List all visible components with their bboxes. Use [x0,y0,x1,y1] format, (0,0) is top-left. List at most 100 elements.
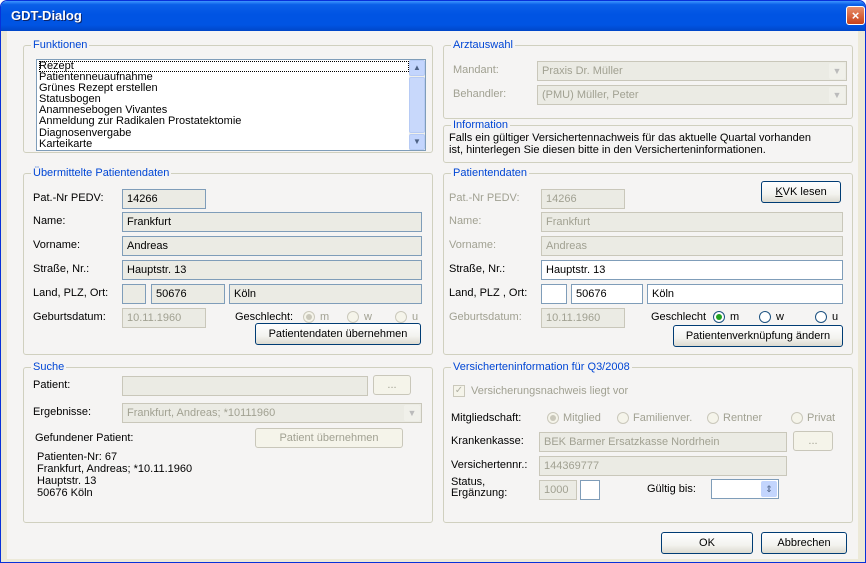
dialog-client-area: Funktionen Rezept Patientenneuaufnahme Grü… [7,31,858,559]
chevron-down-icon: ▼ [829,63,845,79]
status-field: 1000 [539,480,577,500]
patientenverknuepfung-aendern-button[interactable]: Patientenverknüpfung ändern [673,325,843,347]
patientendaten-radio-m-label: m [730,311,740,323]
kvk-lesen-button[interactable]: KVK lesen [761,181,841,203]
patientendaten-radio-u[interactable] [815,311,827,323]
patientendaten-radio-w-label: w [776,311,784,323]
patientendaten-uebernehmen-button[interactable]: Patientendaten übernehmen [255,323,421,345]
patientendaten-geburt-label: Geburtsdatum: [449,311,522,323]
funktionen-scrollbar[interactable]: ▲ ▼ [409,60,425,150]
chevron-down-icon: ▼ [404,405,420,421]
spin-updown-icon[interactable]: ⇕ [761,481,777,497]
uebermittelte-name-field: Frankfurt [122,212,422,232]
patientendaten-name-label: Name: [449,215,482,227]
patientendaten-ort-input[interactable] [647,284,843,304]
ergaenzung-input[interactable] [580,480,600,500]
patientendaten-strasse-input[interactable] [541,260,843,280]
arztauswahl-legend: Arztauswahl [451,39,515,52]
abbrechen-button[interactable]: Abbrechen [761,532,847,554]
information-text-line-2: ist, hinterlegen Sie diesen bitte in den… [449,144,766,156]
radio-mitglied-label: Mitglied [563,412,601,424]
uebermittelte-patnr-label: Pat.-Nr PEDV: [33,192,104,204]
mandant-value: Praxis Dr. Müller [542,65,623,77]
funktionen-list-item[interactable]: Anmeldung zur Radikalen Prostatektomie [39,116,409,127]
patient-uebernehmen-button[interactable]: Patient übernehmen [255,428,403,448]
uebermittelte-strasse-field: Hauptstr. 13 [122,260,422,280]
patient-detail-line: Hauptstr. 13 [37,475,97,487]
uebermittelte-geburt-label: Geburtsdatum: [33,311,106,323]
information-text-line-1: Falls ein gültiger Versichertennachweis … [449,132,811,144]
arztauswahl-group: Arztauswahl [443,39,853,119]
radio-rentner-label: Rentner [723,412,763,424]
versicherungsnachweis-checkbox[interactable]: ✓ [453,385,465,397]
uebermittelte-ort-field: Köln [229,284,422,304]
uebermittelte-strasse-label: Straße, Nr.: [33,263,90,275]
ergebnisse-label: Ergebnisse: [33,406,92,418]
window-title: GDT-Dialog [11,8,82,23]
suche-browse-button[interactable]: ... [373,375,411,395]
patientendaten-radio-m[interactable] [713,311,725,323]
uebermittelte-patnr-field: 14266 [122,189,206,209]
uebermittelte-plz-field: 50676 [151,284,225,304]
patientendaten-legend: Patientendaten [451,167,530,180]
suche-patient-label: Patient: [33,379,71,391]
ergaenzung-label: Ergänzung: [451,487,508,499]
gueltig-bis-label: Gültig bis: [647,483,696,495]
close-button[interactable]: × [846,6,865,25]
uebermittelte-vorname-label: Vorname: [33,239,81,251]
funktionen-legend: Funktionen [31,39,90,52]
uebermittelte-vorname-field: Andreas [122,236,422,256]
patientendaten-patnr-field: 14266 [541,189,625,209]
radio-rentner[interactable] [707,412,719,424]
gdt-dialog-window: GDT-Dialog × Funktionen Rezept Patientenn… [0,0,866,563]
behandler-value: (PMU) Müller, Peter [542,89,639,101]
mandant-select[interactable]: Praxis Dr. Müller ▼ [537,61,847,81]
patientendaten-plz-input[interactable] [571,284,643,304]
radio-familienver[interactable] [617,412,629,424]
kvk-label-rest: VK lesen [782,186,827,198]
krankenkasse-label: Krankenkasse: [451,435,524,447]
patientendaten-vorname-label: Vorname: [449,239,497,251]
patientendaten-vorname-field: Andreas [541,236,843,256]
title-bar[interactable]: GDT-Dialog × [1,1,865,31]
chevron-down-icon: ▼ [829,87,845,103]
scroll-thumb[interactable] [409,77,425,133]
patient-detail-line: Patienten-Nr: 67 [37,451,118,463]
ok-button[interactable]: OK [661,532,753,554]
uebermittelte-land-field [122,284,146,304]
patientendaten-land-label: Land, PLZ , Ort: [449,287,528,299]
patientendaten-name-field: Frankfurt [541,212,843,232]
funktionen-listbox[interactable]: Rezept Patientenneuaufnahme Grünes Rezept … [36,59,426,151]
patientendaten-geburt-field: 10.11.1960 [541,308,625,328]
behandler-label: Behandler: [453,88,507,100]
behandler-select[interactable]: (PMU) Müller, Peter ▼ [537,85,847,105]
radio-mitglied[interactable] [547,412,559,424]
suche-patient-input[interactable] [122,376,368,396]
uebermittelte-radio-w[interactable] [347,311,359,323]
gueltig-bis-input[interactable]: ⇕ [711,479,779,499]
scroll-down-arrow-icon[interactable]: ▼ [409,134,425,150]
scroll-up-arrow-icon[interactable]: ▲ [409,60,425,76]
ergebnisse-value: Frankfurt, Andreas; *10111960 [127,407,276,419]
funktionen-items: Rezept Patientenneuaufnahme Grünes Rezept … [39,60,409,150]
patientendaten-patnr-label: Pat.-Nr PEDV: [449,192,520,204]
radio-privat-label: Privat [807,412,836,424]
krankenkasse-browse-button[interactable]: ... [793,431,833,451]
uebermittelte-radio-m[interactable] [303,311,315,323]
patientendaten-radio-u-label: u [832,311,839,323]
funktionen-list-item[interactable]: Diagnosenvergabe [39,127,409,139]
gefundener-patient-details: Patienten-Nr: 67 Frankfurt, Andreas; *10… [37,451,192,499]
uebermittelte-name-label: Name: [33,215,66,227]
versicherungsnachweis-label: Versicherungsnachweis liegt vor [471,385,629,397]
funktionen-list-item[interactable]: Karteikarte [39,138,409,150]
ergebnisse-select[interactable]: Frankfurt, Andreas; *10111960 ▼ [122,403,422,423]
patientendaten-radio-w[interactable] [759,311,771,323]
patientendaten-land-input[interactable] [541,284,567,304]
radio-privat[interactable] [791,412,803,424]
versichertennr-label: Versichertennr.: [451,459,528,471]
mandant-label: Mandant: [453,64,499,76]
versicherung-legend: Versicherteninformation für Q3/2008 [451,361,632,374]
uebermittelte-radio-u[interactable] [395,311,407,323]
patientendaten-strasse-label: Straße, Nr.: [449,263,506,275]
mitgliedschaft-label: Mitgliedschaft: [451,412,522,424]
